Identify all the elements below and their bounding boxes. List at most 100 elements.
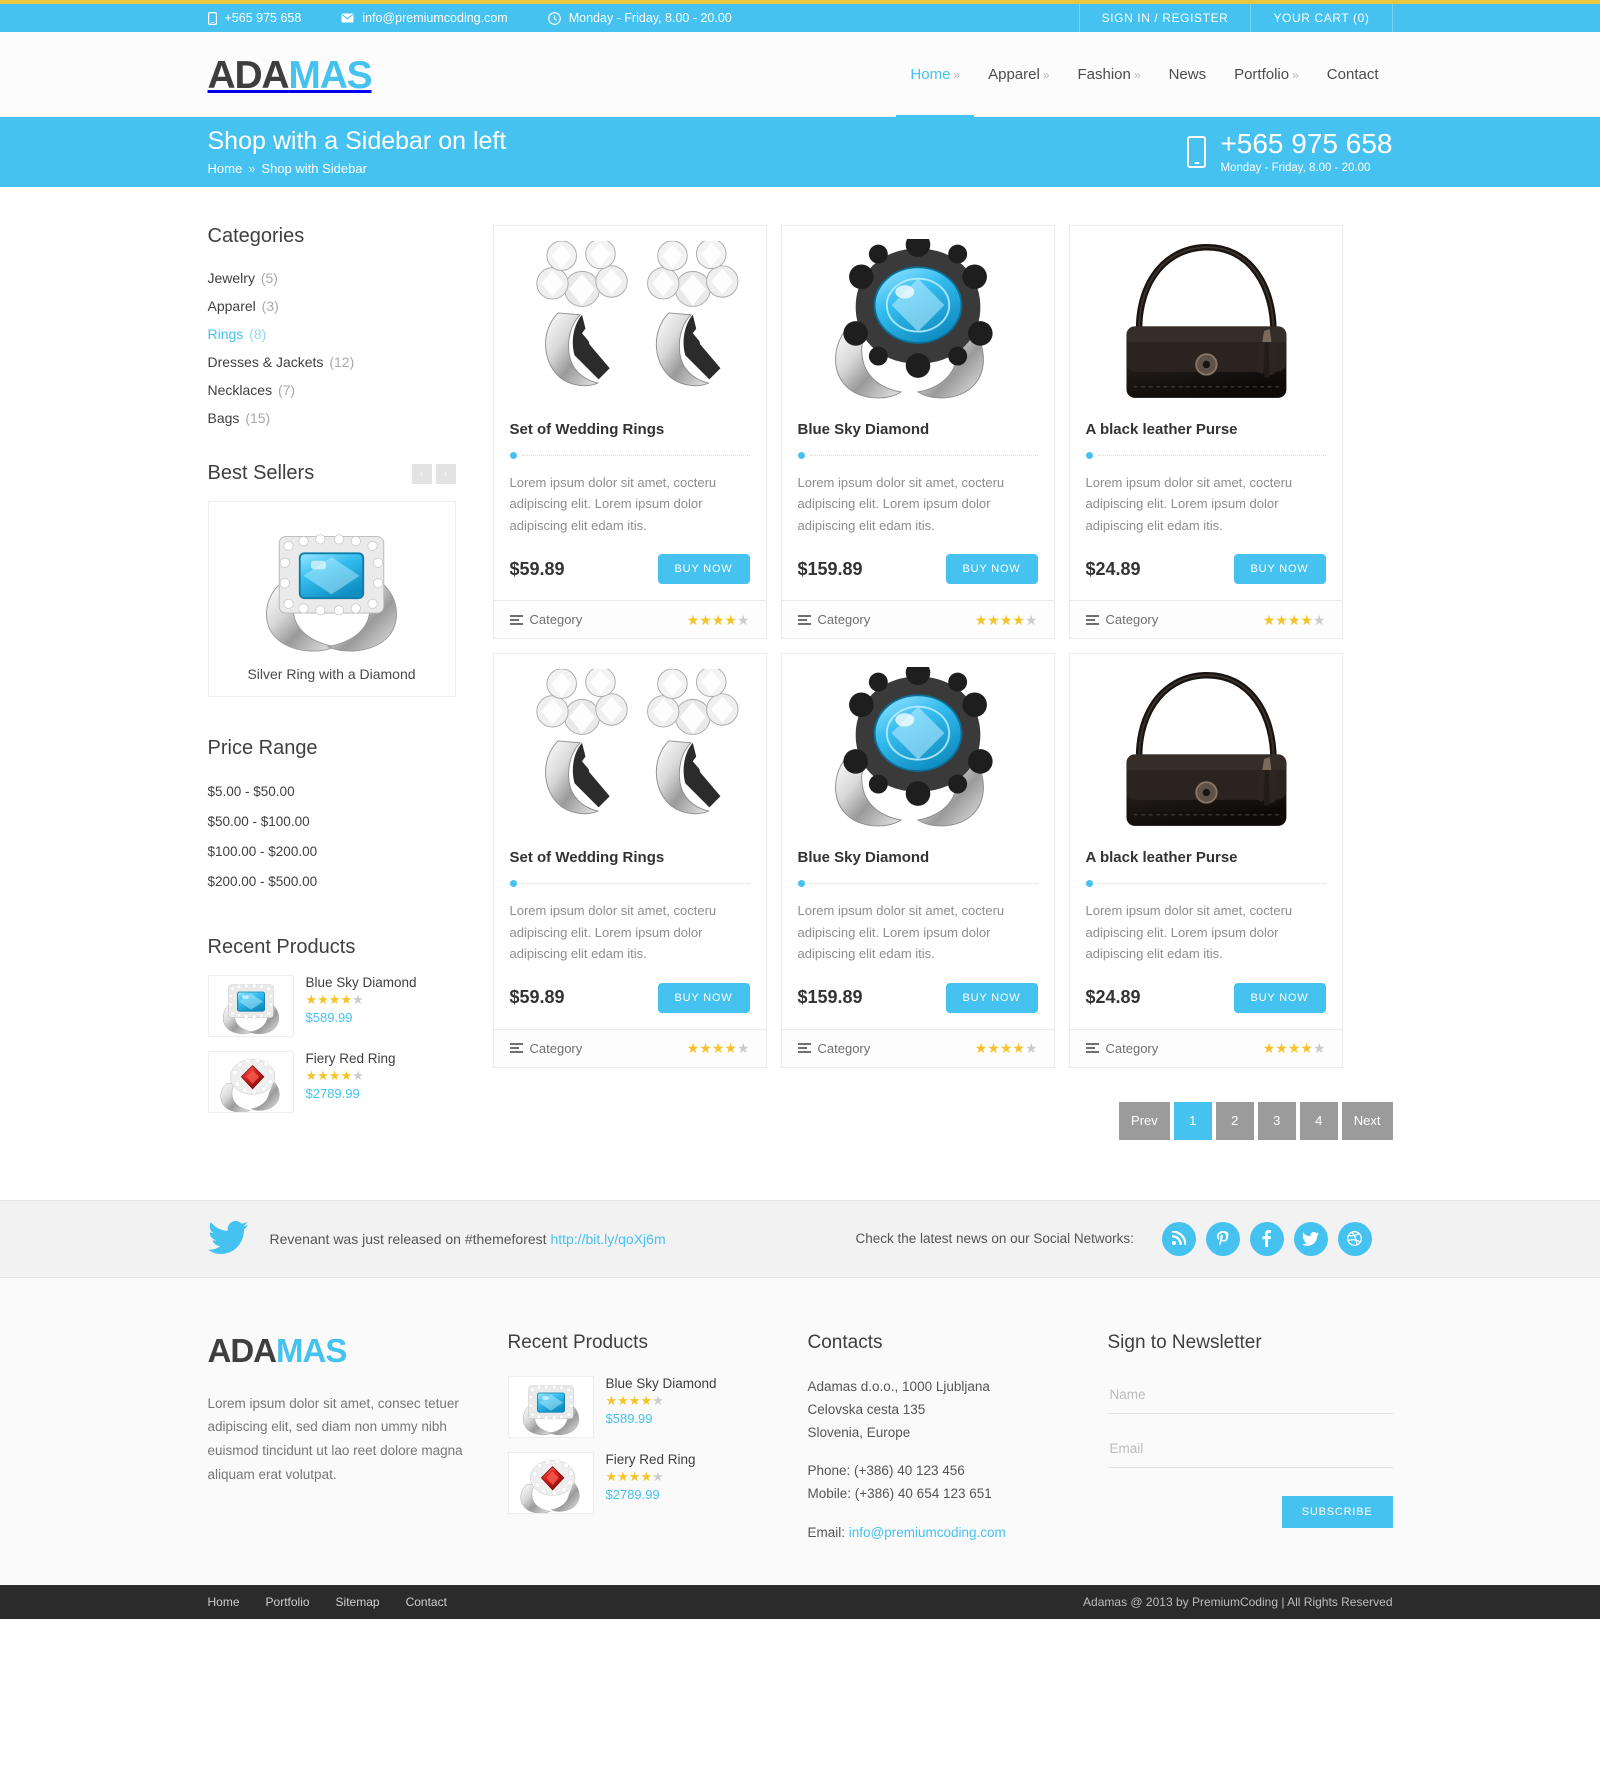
breadcrumb-home[interactable]: Home (208, 161, 243, 176)
product-image[interactable] (1070, 226, 1342, 421)
product-category[interactable]: Category (509, 1041, 582, 1056)
product-category[interactable]: Category (797, 612, 870, 627)
site-logo[interactable]: ADAMAS (208, 32, 373, 98)
product-purchase-row: $59.89 BUY NOW (510, 982, 750, 1013)
footer-contact-details: Adamas d.o.o., 1000 Ljubljana Celovska c… (808, 1376, 1074, 1546)
product-rating: ★★★★★ (974, 611, 1038, 628)
category-link-necklaces[interactable]: Necklaces (7) (208, 382, 296, 398)
pagination-prev[interactable]: Prev (1119, 1101, 1170, 1140)
product-card[interactable]: A black leather Purse Lorem ipsum dolor … (1068, 225, 1343, 640)
product-rating: ★★★★★ (686, 611, 750, 628)
twitter-feed: Revenant was just released on #themefore… (207, 1220, 828, 1257)
facebook-icon[interactable] (1249, 1221, 1284, 1256)
product-card[interactable]: Blue Sky Diamond Lorem ipsum dolor sit a… (780, 653, 1055, 1068)
bottom-link-contact[interactable]: Contact (406, 1595, 447, 1609)
buy-now-button[interactable]: BUY NOW (945, 982, 1038, 1013)
product-category[interactable]: Category (797, 1040, 871, 1056)
product-purchase-row: $24.89 BUY NOW (1086, 554, 1326, 585)
product-purchase-row: $159.89 BUY NOW (798, 554, 1038, 585)
product-card[interactable]: A black leather Purse Lorem ipsum dolor … (1068, 653, 1343, 1068)
divider-dot (1085, 879, 1093, 887)
nav-item-contact[interactable]: Contact (1313, 32, 1393, 117)
buy-now-button[interactable]: BUY NOW (945, 554, 1038, 585)
newsletter-email-input[interactable] (1107, 1429, 1393, 1468)
product-category[interactable]: Category (509, 612, 582, 627)
list-lines-icon (509, 614, 523, 625)
nav-item-news[interactable]: News (1155, 32, 1221, 117)
product-category-label: Category (1105, 1040, 1159, 1056)
recent-product-item[interactable]: Blue Sky Diamond ★★★★★ $589.99 (207, 975, 456, 1037)
header-contact-block: +565 975 658 Monday - Friday, 8.00 - 20.… (1187, 130, 1393, 174)
price-range-link-3[interactable]: $100.00 - $200.00 (208, 844, 318, 859)
footer-recent-item[interactable]: Fiery Red Ring ★★★★★ $2789.99 (507, 1451, 774, 1514)
blue-sky-diamond-image (814, 239, 1022, 409)
category-link-jewelry[interactable]: Jewelry (5) (208, 270, 278, 286)
product-image[interactable] (494, 654, 766, 849)
cart-link[interactable]: YOUR CART (0) (1251, 4, 1391, 32)
bottom-link-portfolio[interactable]: Portfolio (266, 1595, 310, 1609)
footer-email-label: Email: (807, 1525, 849, 1541)
sign-in-register-link[interactable]: SIGN IN / REGISTER (1080, 4, 1251, 32)
bestsellers-prev-button[interactable]: ‹ (411, 463, 432, 484)
category-link-rings[interactable]: Rings (8) (208, 326, 267, 342)
footer-email-link[interactable]: info@premiumcoding.com (849, 1525, 1006, 1540)
buy-now-button[interactable]: BUY NOW (1233, 554, 1326, 585)
footer-logo[interactable]: ADAMAS (208, 1332, 474, 1370)
product-meta: Category ★★★★★ (493, 600, 766, 639)
tweet-link[interactable]: http://bit.ly/qoXj6m (550, 1231, 665, 1247)
buy-now-button[interactable]: BUY NOW (1233, 982, 1326, 1013)
product-body: Set of Wedding Rings Lorem ipsum dolor s… (494, 421, 766, 600)
dribbble-icon[interactable] (1337, 1221, 1372, 1256)
nav-item-fashion[interactable]: Fashion» (1064, 32, 1155, 118)
nav-item-apparel[interactable]: Apparel» (974, 32, 1063, 118)
category-link-dresses-jackets[interactable]: Dresses & Jackets (12) (208, 354, 355, 370)
bestsellers-next-button[interactable]: › (435, 463, 456, 484)
product-image[interactable] (782, 226, 1054, 421)
product-description: Lorem ipsum dolor sit amet, cocteru adip… (509, 903, 717, 962)
pagination-page-1[interactable]: 1 (1173, 1101, 1212, 1140)
product-category[interactable]: Category (1085, 1040, 1159, 1056)
buy-now-button[interactable]: BUY NOW (657, 554, 750, 585)
nav-item-portfolio[interactable]: Portfolio» (1220, 32, 1313, 118)
product-card[interactable]: Set of Wedding Rings Lorem ipsum dolor s… (492, 225, 767, 640)
product-image[interactable] (782, 654, 1054, 849)
category-item: Necklaces (7) (208, 376, 456, 404)
category-link-bags[interactable]: Bags (15) (208, 410, 271, 426)
category-item: Apparel (3) (208, 292, 456, 320)
pagination-page-2[interactable]: 2 (1215, 1101, 1254, 1140)
footer-logo-dark: ADA (207, 1331, 277, 1369)
product-category[interactable]: Category (1085, 612, 1158, 627)
product-title: Blue Sky Diamond (797, 849, 930, 867)
recent-product-item[interactable]: Fiery Red Ring ★★★★★ $2789.99 (207, 1051, 456, 1113)
pagination-page-3[interactable]: 3 (1257, 1101, 1296, 1140)
pagination-page-4[interactable]: 4 (1299, 1101, 1338, 1140)
product-category-label: Category (817, 1040, 871, 1056)
fiery-red-ring-image (510, 1453, 592, 1513)
bottom-link-sitemap[interactable]: Sitemap (336, 1595, 380, 1609)
product-image[interactable] (1070, 654, 1342, 849)
bottom-link-home[interactable]: Home (208, 1595, 240, 1609)
fiery-red-ring-image (210, 1052, 292, 1112)
twitter-icon[interactable] (1293, 1221, 1328, 1256)
price-range-link-1[interactable]: $5.00 - $50.00 (208, 784, 295, 799)
category-link-apparel[interactable]: Apparel (3) (208, 298, 279, 314)
category-count: (5) (260, 270, 278, 286)
price-range-link-4[interactable]: $200.00 - $500.00 (208, 874, 318, 889)
newsletter-name-input[interactable] (1107, 1375, 1393, 1414)
categories-heading: Categories (207, 225, 305, 247)
footer-about-column: ADAMAS Lorem ipsum dolor sit amet, conse… (208, 1332, 508, 1487)
product-card[interactable]: Set of Wedding Rings Lorem ipsum dolor s… (492, 653, 767, 1068)
product-card[interactable]: Blue Sky Diamond Lorem ipsum dolor sit a… (780, 225, 1055, 640)
pagination-next[interactable]: Next (1341, 1101, 1393, 1140)
footer-recent-item[interactable]: Blue Sky Diamond ★★★★★ $589.99 (507, 1375, 774, 1438)
product-image[interactable] (494, 226, 766, 421)
bestseller-card[interactable]: Silver Ring with a Diamond (207, 501, 456, 697)
footer-recent-thumb (507, 1375, 594, 1438)
subscribe-button[interactable]: SUBSCRIBE (1281, 1495, 1393, 1528)
nav-item-home[interactable]: Home» (896, 32, 974, 118)
buy-now-button[interactable]: BUY NOW (657, 982, 750, 1013)
pinterest-icon[interactable] (1205, 1221, 1240, 1256)
price-range-link-2[interactable]: $50.00 - $100.00 (208, 814, 310, 829)
rss-icon[interactable] (1161, 1221, 1196, 1256)
